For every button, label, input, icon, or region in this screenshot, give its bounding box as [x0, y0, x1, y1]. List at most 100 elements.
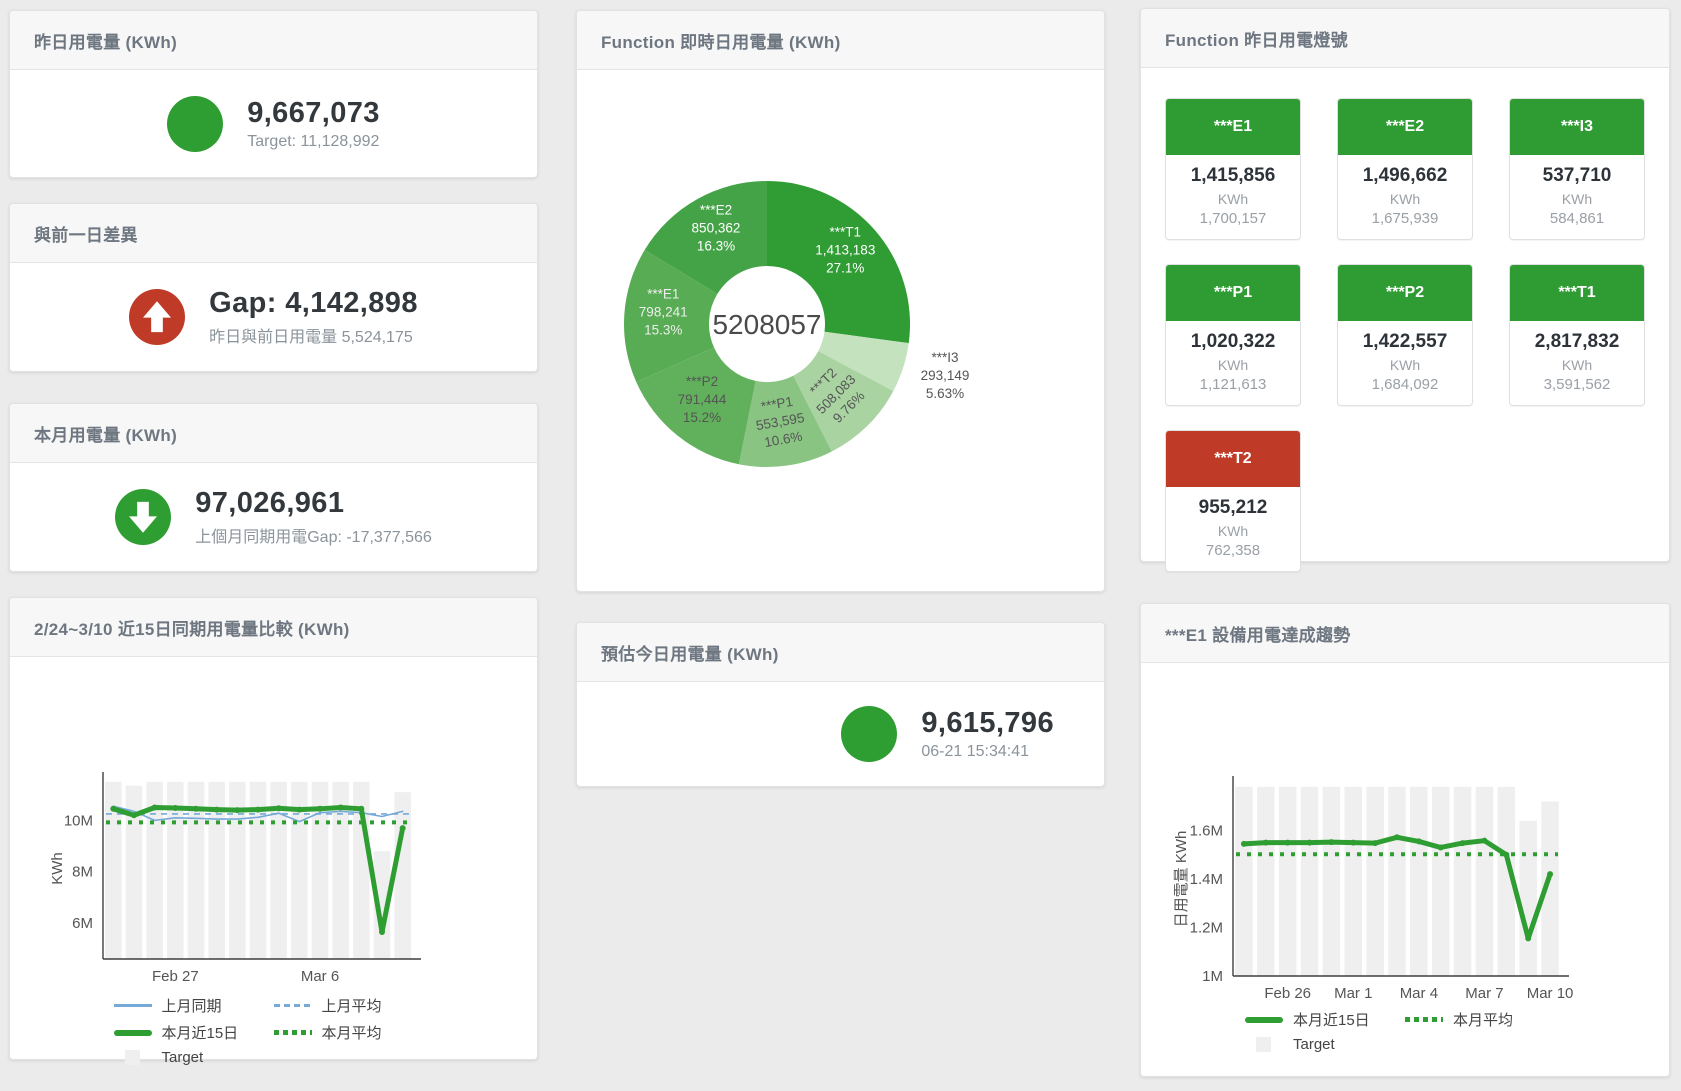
tile-target-value: 584,861	[1514, 210, 1640, 227]
svg-text:Mar 6: Mar 6	[301, 968, 339, 985]
green-down-arrow-circle-icon	[115, 489, 171, 545]
tile-target-value: 1,684,092	[1342, 376, 1468, 393]
card-title: 與前一日差異	[10, 204, 537, 263]
status-tile-header: ***E2	[1338, 99, 1472, 155]
estimate-timestamp: 06-21 15:34:41	[921, 743, 1054, 761]
status-tile-p1: ***P1 1,020,322 KWh 1,121,613	[1165, 264, 1301, 406]
svg-text:***I3293,1495.63%: ***I3293,1495.63%	[921, 350, 970, 401]
target-bar	[1257, 787, 1274, 976]
target-bar	[1388, 787, 1405, 976]
kpi-body: 97,026,961 上個月同期用電Gap: -17,377,566	[10, 463, 537, 571]
svg-text:1.6M: 1.6M	[1190, 823, 1223, 840]
kpi-text: 9,667,073 Target: 11,128,992	[247, 97, 380, 151]
status-tile-body: 1,415,856KWh1,700,157	[1166, 155, 1300, 239]
donut-svg: ***T11,413,18327.1%***I3293,1495.63%***T…	[577, 70, 1104, 591]
target-bar	[1366, 787, 1383, 976]
svg-text:1M: 1M	[1202, 968, 1223, 985]
legend-item[interactable]: 本月平均	[1405, 1009, 1565, 1030]
status-tile-header: ***P2	[1338, 265, 1472, 321]
tile-target-value: 762,358	[1170, 542, 1296, 559]
tile-target-value: 1,675,939	[1342, 210, 1468, 227]
svg-text:Feb 27: Feb 27	[152, 968, 199, 985]
svg-text:Feb 26: Feb 26	[1264, 985, 1311, 1002]
legend-label: 本月近15日	[162, 1022, 239, 1043]
svg-text:1.4M: 1.4M	[1190, 871, 1223, 888]
legend-item[interactable]: 上月平均	[274, 995, 434, 1016]
status-tile-header: ***E1	[1166, 99, 1300, 155]
e1-trend-chart[interactable]: 1M1.2M1.4M1.6M日用電量 KWhFeb 26Mar 1Mar 4Ma…	[1141, 663, 1669, 1005]
status-tile-header: ***T1	[1510, 265, 1644, 321]
legend-swatch-dots	[1405, 1017, 1443, 1022]
compare-chart-legend: 上月同期上月平均本月近15日 本月平均 Target	[10, 995, 537, 1066]
target-bar	[1476, 787, 1493, 976]
card-title: Function 即時日用電量 (KWh)	[577, 11, 1104, 70]
tile-unit: KWh	[1342, 191, 1468, 207]
yesterday-usage-target: Target: 11,128,992	[247, 133, 380, 151]
legend-item[interactable]: 本月近15日	[1245, 1009, 1405, 1030]
status-tile-header: ***I3	[1510, 99, 1644, 155]
status-tile-body: 1,496,662KWh1,675,939	[1338, 155, 1472, 239]
card-title: 2/24~3/10 近15日同期用電量比較 (KWh)	[10, 598, 537, 657]
svg-text:Mar 4: Mar 4	[1400, 985, 1438, 1002]
card-title: Function 昨日用電燈號	[1141, 9, 1669, 68]
legend-item[interactable]: Target	[114, 1049, 274, 1066]
card-status-lights: Function 昨日用電燈號 ***E11,415,856KWh1,700,1…	[1140, 8, 1670, 562]
card-month-usage: 本月用電量 (KWh) 97,026,961 上個月同期用電Gap: -17,3…	[9, 403, 538, 572]
status-tile-e1: ***E11,415,856KWh1,700,157	[1165, 98, 1301, 240]
legend-label: Target	[162, 1049, 204, 1066]
status-tile-body: 1,422,557KWh1,684,092	[1338, 321, 1472, 405]
compare-15d-svg: 6M8M10MKWhFeb 27Mar 6	[10, 657, 537, 991]
status-tile-body: 537,710KWh584,861	[1510, 155, 1644, 239]
legend-item[interactable]: 本月平均	[274, 1022, 434, 1043]
target-bar	[1279, 787, 1296, 976]
tile-unit: KWh	[1342, 357, 1468, 373]
kpi-body: 9,667,073 Target: 11,128,992	[10, 70, 537, 177]
card-title-text: Function 昨日用電燈號	[1165, 26, 1348, 51]
svg-text:KWh: KWh	[49, 852, 66, 885]
legend-swatch-dash	[274, 1004, 312, 1007]
trend-chart-legend: 本月近15日本月平均Target	[1141, 1009, 1669, 1053]
svg-text:8M: 8M	[72, 864, 93, 881]
card-title-text: 預估今日用電量 (KWh)	[601, 640, 779, 665]
target-bar	[1410, 787, 1427, 976]
compare-15day-chart[interactable]: 6M8M10MKWhFeb 27Mar 6	[10, 657, 537, 991]
estimate-value: 9,615,796	[921, 707, 1054, 740]
card-title: 預估今日用電量 (KWh)	[577, 623, 1104, 682]
legend-item[interactable]: 上月同期	[114, 995, 274, 1016]
tile-usage-value: 1,020,322	[1170, 331, 1296, 353]
card-yesterday-usage: 昨日用電量 (KWh) 9,667,073 Target: 11,128,992	[9, 10, 538, 178]
svg-text:1.2M: 1.2M	[1190, 920, 1223, 937]
legend-label: 本月平均	[322, 1022, 382, 1043]
card-title: 昨日用電量 (KWh)	[10, 11, 537, 70]
month-usage-gap: 上個月同期用電Gap: -17,377,566	[195, 523, 432, 547]
tile-unit: KWh	[1514, 357, 1640, 373]
legend-item[interactable]: Target	[1245, 1036, 1405, 1053]
card-title: ***E1 設備用電達成趨勢	[1141, 604, 1669, 663]
legend-item[interactable]: 本月近15日	[114, 1022, 274, 1043]
yesterday-usage-value: 9,667,073	[247, 97, 380, 130]
target-bar	[1301, 787, 1318, 976]
card-title-text: 昨日用電量 (KWh)	[34, 28, 177, 53]
status-tile-header: ***P1	[1166, 265, 1300, 321]
card-e1-trend-chart: ***E1 設備用電達成趨勢 1M1.2M1.4M1.6M日用電量 KWhFeb…	[1140, 603, 1670, 1077]
card-title-text: Function 即時日用電量 (KWh)	[601, 28, 841, 53]
status-tile-header: ***T2	[1166, 431, 1300, 487]
kpi-text: 9,615,796 06-21 15:34:41	[921, 707, 1054, 761]
target-bar	[1235, 787, 1252, 976]
card-title-text: 與前一日差異	[34, 221, 138, 246]
legend-swatch-dots	[274, 1030, 312, 1035]
legend-swatch-thick	[114, 1030, 152, 1036]
realtime-usage-donut-chart[interactable]: ***T11,413,18327.1%***I3293,1495.63%***T…	[577, 70, 1104, 591]
gap-subtitle: 昨日與前日用電量 5,524,175	[209, 323, 418, 347]
kpi-text: 97,026,961 上個月同期用電Gap: -17,377,566	[195, 487, 432, 547]
tile-unit: KWh	[1514, 191, 1640, 207]
tile-usage-value: 2,817,832	[1514, 331, 1640, 353]
legend-swatch-thick	[1245, 1017, 1283, 1023]
svg-text:6M: 6M	[72, 915, 93, 932]
svg-text:5208057: 5208057	[712, 309, 821, 340]
tile-target-value: 3,591,562	[1514, 376, 1640, 393]
tile-unit: KWh	[1170, 357, 1296, 373]
card-gap-prev-day: 與前一日差異 Gap: 4,142,898 昨日與前日用電量 5,524,175	[9, 203, 538, 372]
tile-usage-value: 1,415,856	[1170, 165, 1296, 187]
tile-target-value: 1,121,613	[1170, 376, 1296, 393]
